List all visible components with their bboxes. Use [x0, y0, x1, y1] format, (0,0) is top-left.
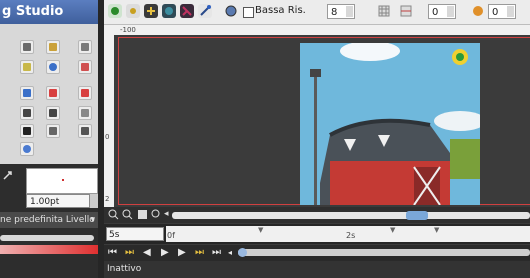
tool-fill-icon[interactable] — [46, 60, 60, 74]
prev-keyframe-icon[interactable]: ⏭ — [125, 247, 134, 259]
prev-frame-icon[interactable]: ◀ — [143, 247, 151, 259]
tool-smooth-move-icon[interactable] — [46, 40, 60, 54]
seek-begin-icon[interactable]: ⏮ — [108, 247, 117, 259]
ruler-label: 0 — [105, 133, 110, 141]
past-onion-spinbox[interactable]: 0 — [428, 4, 456, 19]
tool-scale-icon[interactable] — [78, 40, 92, 54]
zoom-in-icon[interactable] — [122, 209, 133, 223]
frame-slider-knob[interactable] — [238, 248, 247, 257]
ruler-label: -100 — [120, 26, 136, 34]
tool-circle-icon[interactable] — [20, 86, 34, 100]
grid-toggle-icon[interactable] — [378, 5, 390, 20]
onion-skin-icon[interactable] — [162, 4, 176, 18]
animation-mode-icon[interactable] — [198, 4, 212, 18]
horizontal-scrollbar[interactable] — [172, 212, 530, 219]
seek-end-icon[interactable]: ⏭ — [212, 247, 221, 259]
tool-transform-icon[interactable] — [20, 40, 34, 54]
brush-preview-dot — [62, 179, 64, 181]
canvas-toolbar — [104, 0, 530, 25]
quality-spinbox[interactable]: 8 — [327, 4, 355, 19]
vertical-ruler: 0 2 — [104, 35, 114, 207]
keyframe-marker-icon[interactable]: ▼ — [258, 226, 263, 234]
zoom-fit-icon[interactable] — [137, 209, 148, 223]
tool-zoom-icon[interactable] — [20, 142, 34, 156]
swap-colors-icon[interactable] — [2, 170, 14, 185]
toolbox-panel — [0, 24, 98, 164]
layer-preset-dropdown[interactable]: ne predefinita Livello ▾ — [0, 212, 98, 228]
keyframe-marker-icon[interactable]: ▼ — [434, 226, 439, 234]
render-preview-icon[interactable] — [126, 4, 140, 18]
quality-value: 8 — [331, 7, 338, 18]
tool-mirror-icon[interactable] — [78, 86, 92, 100]
next-keyframe-icon[interactable]: ⏭ — [195, 247, 204, 259]
tool-eyedropper-icon[interactable] — [78, 106, 92, 120]
tool-draw-icon[interactable] — [46, 124, 60, 138]
background-rendering-icon[interactable] — [224, 4, 238, 18]
color-gradient-bar[interactable] — [0, 245, 98, 254]
time-tick-label: 2s — [346, 231, 356, 240]
chevron-down-icon: ▾ — [90, 215, 95, 225]
frame-slider[interactable] — [238, 249, 530, 256]
tool-polygon-icon[interactable] — [46, 106, 60, 120]
future-onion-spinbox[interactable]: 0 — [488, 4, 516, 19]
guides-toggle-icon[interactable] — [400, 5, 412, 20]
tools-icon[interactable] — [144, 4, 158, 18]
layer-preset-label: ne predefinita Livello — [0, 215, 95, 225]
render-settings-icon[interactable] — [108, 4, 122, 18]
timebar-options-icon[interactable]: ◂ — [228, 247, 232, 259]
past-onion-value: 0 — [432, 7, 439, 18]
scroll-left-icon[interactable]: ◂ — [164, 209, 169, 219]
tool-star-icon[interactable] — [20, 106, 34, 120]
low-res-label: Bassa Ris. — [255, 5, 306, 16]
status-bar — [104, 261, 530, 278]
time-ruler[interactable]: 0f 2s ▼ ▼ ▼ — [166, 226, 530, 242]
outline-width-decrease[interactable] — [90, 201, 98, 208]
keyframe-marker-icon[interactable]: ▼ — [390, 226, 395, 234]
low-res-checkbox[interactable] — [243, 7, 254, 18]
ruler-label: 2 — [105, 195, 110, 203]
tool-gradient-icon[interactable] — [78, 60, 92, 74]
current-time-field[interactable]: 5s — [106, 227, 164, 241]
scrollbar-thumb[interactable] — [406, 211, 428, 220]
tool-rotate-icon[interactable] — [20, 60, 34, 74]
outline-width-increase[interactable] — [90, 194, 98, 201]
canvas-artwork[interactable] — [300, 43, 480, 205]
outline-width-field[interactable]: 1.00pt — [26, 194, 90, 208]
tool-rectangle-icon[interactable] — [46, 86, 60, 100]
onion-skin-toggle-icon[interactable] — [472, 5, 484, 20]
zoom-reset-icon[interactable] — [151, 209, 162, 223]
play-icon[interactable]: ▶ — [161, 247, 169, 259]
tool-feather-icon[interactable] — [20, 124, 34, 138]
app-title: g Studio — [0, 0, 98, 24]
status-text: Inattivo — [107, 264, 142, 274]
keyframe-lock-icon[interactable] — [180, 4, 194, 18]
zoom-out-icon[interactable] — [108, 209, 119, 223]
brush-preview — [26, 168, 98, 194]
blend-amount-slider[interactable] — [0, 235, 94, 241]
time-tick-label: 0f — [167, 231, 175, 240]
future-onion-value: 0 — [492, 7, 499, 18]
next-frame-icon[interactable]: ▶ — [178, 247, 186, 259]
tool-sketch-icon[interactable] — [78, 124, 92, 138]
